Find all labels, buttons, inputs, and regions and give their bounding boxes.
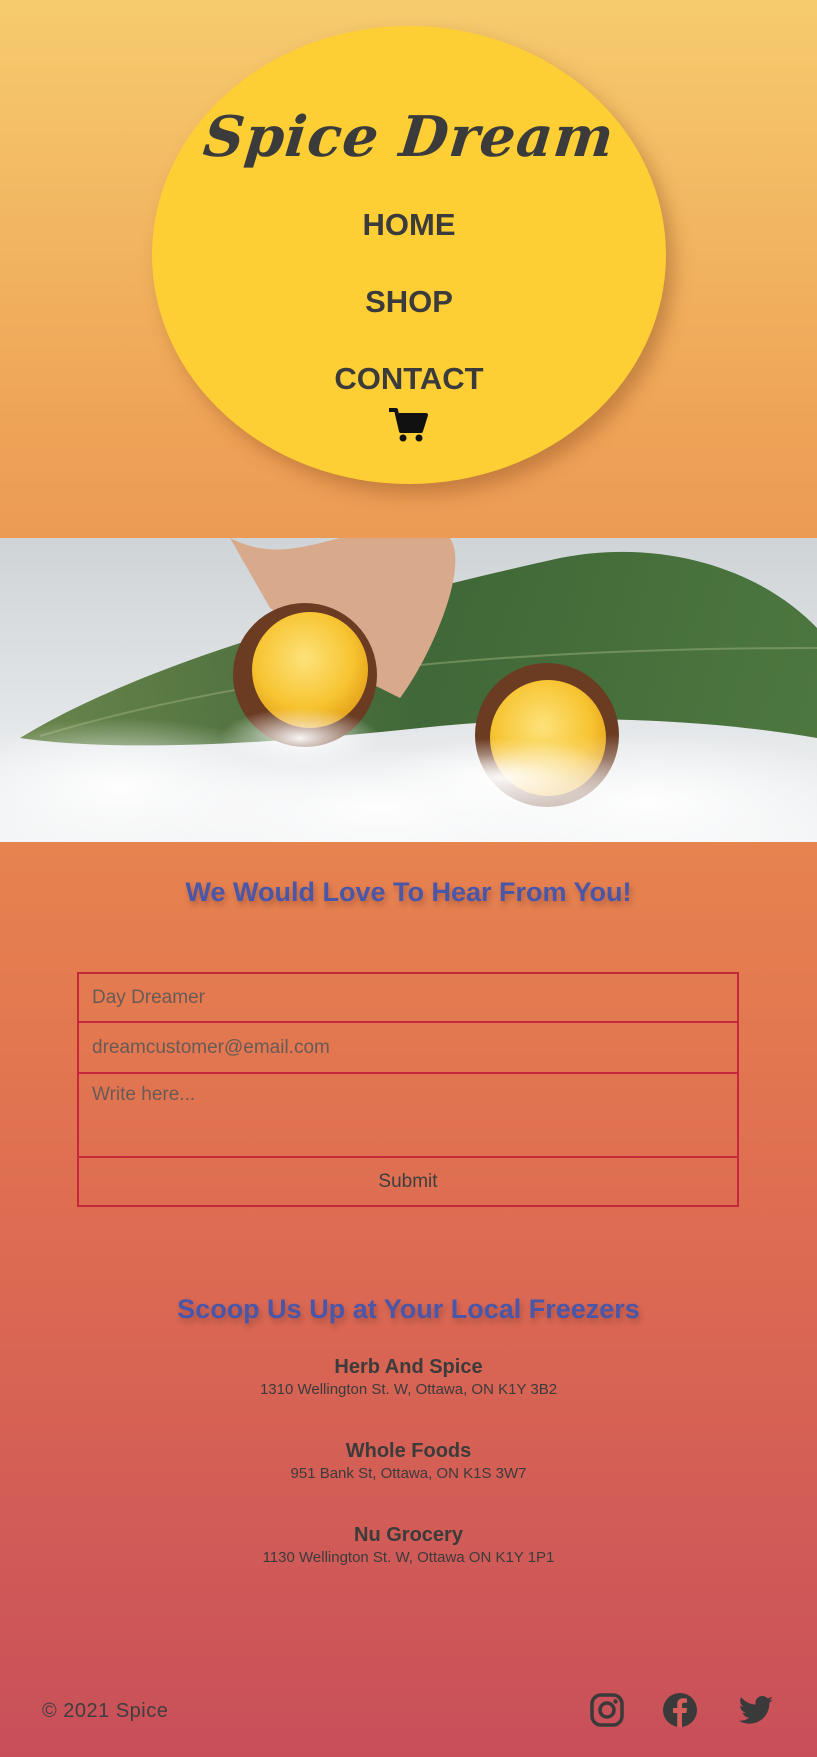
instagram-icon[interactable] bbox=[589, 1692, 625, 1728]
contact-title: We Would Love To Hear From You! bbox=[185, 877, 632, 907]
email-field[interactable] bbox=[79, 1023, 737, 1074]
facebook-icon[interactable] bbox=[662, 1692, 698, 1728]
footer-copyright: © 2021 Spice bbox=[42, 1700, 169, 1722]
store-item: Nu Grocery 1130 Wellington St. W, Ottawa… bbox=[0, 1524, 817, 1566]
store-address: 951 Bank St, Ottawa, ON K1S 3W7 bbox=[290, 1465, 527, 1482]
store-name: Herb And Spice bbox=[334, 1356, 483, 1378]
contact-form: Submit bbox=[77, 972, 739, 1207]
stores-title: Scoop Us Up at Your Local Freezers bbox=[177, 1294, 640, 1324]
store-name: Whole Foods bbox=[345, 1440, 472, 1462]
shopping-cart-icon[interactable] bbox=[388, 406, 428, 444]
store-item: Herb And Spice 1310 Wellington St. W, Ot… bbox=[0, 1356, 817, 1398]
store-item: Whole Foods 951 Bank St, Ottawa, ON K1S … bbox=[0, 1440, 817, 1482]
name-field[interactable] bbox=[79, 974, 737, 1023]
site-header: Spice Dream HOME SHOP CONTACT bbox=[0, 0, 817, 538]
hero-image bbox=[0, 538, 817, 842]
site-logo[interactable]: Spice Dream bbox=[149, 104, 670, 170]
store-address: 1130 Wellington St. W, Ottawa ON K1Y 1P1 bbox=[262, 1549, 555, 1566]
store-name: Nu Grocery bbox=[354, 1524, 463, 1546]
nav-shop[interactable]: SHOP bbox=[152, 281, 666, 358]
hero-illustration bbox=[0, 538, 817, 842]
submit-button[interactable]: Submit bbox=[79, 1158, 737, 1205]
main-nav: HOME SHOP CONTACT bbox=[152, 204, 666, 435]
twitter-icon[interactable] bbox=[738, 1692, 774, 1728]
nav-home[interactable]: HOME bbox=[152, 204, 666, 281]
store-address: 1310 Wellington St. W, Ottawa, ON K1Y 3B… bbox=[259, 1381, 558, 1398]
message-field[interactable] bbox=[79, 1074, 737, 1158]
